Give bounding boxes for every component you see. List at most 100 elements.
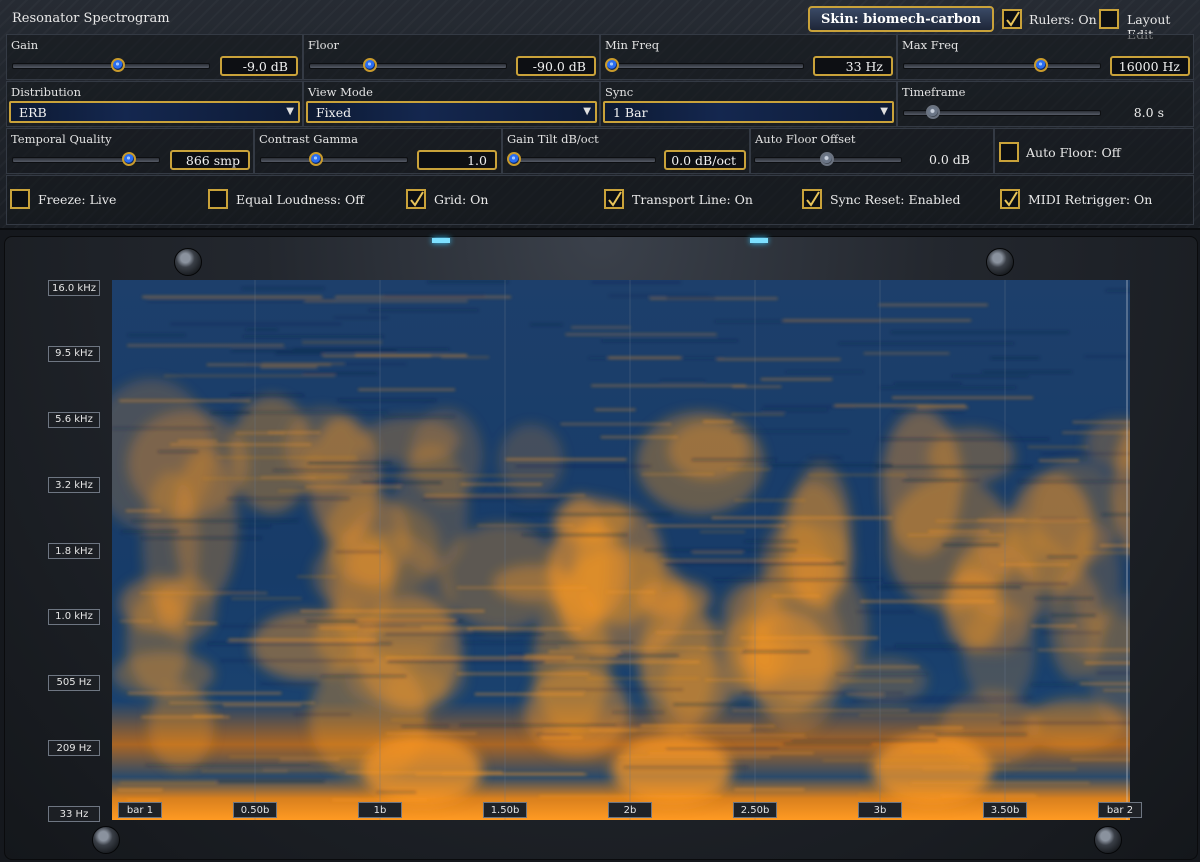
harmonic-streak — [732, 709, 910, 712]
harmonic-streak — [641, 473, 714, 476]
floor-slider-handle[interactable] — [363, 58, 377, 72]
temporal-quality-value[interactable]: 866 smp — [170, 150, 250, 170]
gain-tilt-slider-handle[interactable] — [507, 152, 521, 166]
harmonic-streak — [705, 679, 757, 681]
time-tick-label: 3.50b — [983, 802, 1027, 818]
harmonic-streak — [782, 319, 972, 322]
harmonic-streak — [505, 458, 627, 461]
harmonic-streak — [740, 637, 879, 639]
harmonic-streak — [1062, 431, 1130, 434]
harmonic-streak — [368, 309, 479, 312]
time-tick-label: 0.50b — [233, 802, 277, 818]
contrast-gamma-value[interactable]: 1.0 — [417, 150, 497, 170]
floor-slider[interactable] — [309, 63, 507, 69]
harmonic-streak — [591, 384, 747, 387]
auto-floor-checkbox[interactable] — [999, 142, 1019, 162]
checkmark-icon — [806, 191, 820, 207]
harmonic-streak — [922, 768, 1077, 770]
floor-value[interactable]: -90.0 dB — [516, 56, 596, 76]
toggle-checkbox[interactable] — [208, 189, 228, 209]
harmonic-streak — [990, 357, 1040, 359]
toggle-checkbox[interactable] — [10, 189, 30, 209]
harmonic-streak — [127, 344, 284, 347]
auto-floor-offset-slider-handle[interactable] — [820, 152, 834, 166]
layout-edit-checkbox[interactable] — [1099, 9, 1119, 29]
harmonic-streak — [231, 597, 302, 600]
harmonic-streak — [230, 394, 304, 397]
time-tick-label: 2.50b — [733, 802, 777, 818]
contrast-gamma-slider[interactable] — [260, 157, 408, 163]
harmonic-streak — [226, 497, 350, 500]
checkmark-icon — [1004, 191, 1018, 207]
frequency-tick-label: 1.8 kHz — [48, 543, 100, 559]
harmonic-streak — [441, 773, 584, 775]
harmonic-streak — [358, 388, 456, 391]
harmonic-streak — [594, 408, 636, 411]
contrast-gamma-slider-handle[interactable] — [309, 152, 323, 166]
harmonic-streak — [423, 497, 559, 500]
harmonic-streak — [521, 534, 628, 536]
min-freq-slider[interactable] — [606, 63, 804, 69]
harmonic-streak — [716, 358, 841, 361]
view-mode-dropdown[interactable]: Fixed ▼ — [306, 101, 597, 123]
harmonic-streak — [361, 481, 442, 484]
harmonic-streak — [895, 644, 958, 647]
harmonic-streak — [261, 363, 345, 365]
harmonic-streak — [851, 700, 1029, 703]
timeframe-slider-handle[interactable] — [926, 105, 940, 119]
harmonic-streak — [229, 756, 373, 758]
harmonic-streak — [241, 287, 325, 290]
harmonic-streak — [216, 456, 357, 459]
harmonic-streak — [170, 443, 312, 446]
max-freq-label: Max Freq — [902, 38, 959, 52]
harmonic-streak — [1084, 355, 1128, 358]
harmonic-streak — [467, 628, 581, 630]
spectrogram-display[interactable] — [112, 280, 1130, 820]
gain-value[interactable]: -9.0 dB — [220, 56, 298, 76]
distribution-dropdown[interactable]: ERB ▼ — [9, 101, 300, 123]
harmonic-streak — [515, 465, 651, 467]
gain-slider-handle[interactable] — [111, 58, 125, 72]
harmonic-streak — [875, 466, 1032, 468]
max-freq-slider-handle[interactable] — [1034, 58, 1048, 72]
harmonic-streak — [791, 739, 938, 742]
energy-blob — [927, 428, 1015, 484]
harmonic-streak — [1106, 289, 1130, 292]
harmonic-streak — [177, 440, 218, 442]
harmonic-streak — [608, 295, 710, 297]
energy-blob — [1026, 698, 1124, 752]
temporal-quality-slider-handle[interactable] — [122, 152, 136, 166]
harmonic-streak — [541, 737, 583, 739]
harmonic-streak — [741, 650, 810, 653]
harmonic-streak — [139, 592, 268, 594]
harmonic-streak — [910, 782, 1090, 784]
max-freq-slider[interactable] — [903, 63, 1101, 69]
harmonic-streak — [207, 642, 392, 645]
harmonic-streak — [714, 579, 884, 581]
toggle-checkbox[interactable] — [1000, 189, 1020, 209]
harmonic-streak — [884, 648, 1032, 650]
sync-dropdown[interactable]: 1 Bar ▼ — [603, 101, 894, 123]
min-freq-value[interactable]: 33 Hz — [813, 56, 893, 76]
harmonic-streak — [260, 476, 349, 479]
max-freq-value[interactable]: 16000 Hz — [1110, 56, 1190, 76]
gain-tilt-slider[interactable] — [508, 157, 656, 163]
harmonic-streak — [999, 563, 1070, 566]
harmonic-streak — [1017, 480, 1130, 483]
harmonic-streak — [639, 724, 752, 727]
frequency-ruler: 16.0 kHz 9.5 kHz 5.6 kHz 3.2 kHz 1.8 kHz 1.0 … — [42, 276, 102, 822]
harmonic-streak — [477, 524, 575, 527]
checkmark-icon — [410, 191, 424, 207]
toggle-checkbox[interactable] — [604, 189, 624, 209]
skin-button[interactable]: Skin: biomech-carbon — [808, 6, 994, 32]
gain-tilt-value[interactable]: 0.0 dB/oct — [664, 150, 746, 170]
min-freq-slider-handle[interactable] — [605, 58, 619, 72]
harmonic-streak — [894, 383, 962, 385]
harmonic-streak — [1047, 556, 1078, 558]
toggle-checkbox[interactable] — [406, 189, 426, 209]
energy-blob — [668, 421, 750, 480]
energy-blob — [285, 407, 361, 487]
toggle-checkbox[interactable] — [802, 189, 822, 209]
rulers-checkbox[interactable] — [1002, 9, 1022, 29]
temporal-quality-slider[interactable] — [12, 157, 160, 163]
